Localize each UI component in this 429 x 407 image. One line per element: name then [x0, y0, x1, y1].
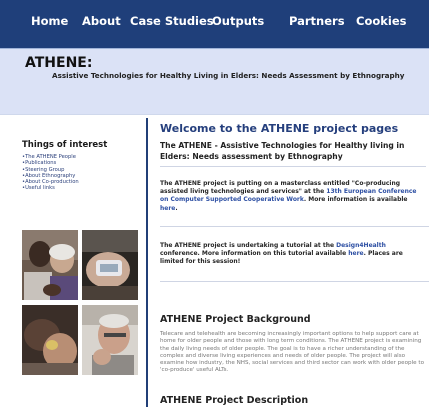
site-title: ATHENE:: [25, 55, 93, 71]
news-tutorial-text-2: conference. More information on this tut…: [160, 250, 349, 258]
tutorial-more-info-link[interactable]: here: [348, 250, 363, 257]
description-heading: ATHENE Project Description: [160, 395, 309, 406]
sidebar-link-useful-links[interactable]: Useful links: [22, 185, 79, 191]
nav-partners[interactable]: Partners: [289, 14, 345, 28]
news-tutorial: The ATHENE project is undertaking a tuto…: [160, 242, 422, 267]
photo-elders-smiling: [22, 230, 78, 300]
photo-collage: [22, 230, 140, 375]
top-navigation: Home About Case Studies Outputs Partners…: [0, 0, 429, 49]
site-banner: ATHENE: Assistive Technologies for Healt…: [0, 49, 429, 114]
design4health-link[interactable]: Design4Health: [336, 242, 386, 249]
background-text: Telecare and telehealth are becoming inc…: [160, 331, 424, 374]
masterclass-more-info-link[interactable]: here: [160, 205, 175, 212]
sidebar-heading: Things of interest: [22, 140, 108, 150]
site-subtitle: Assistive Technologies for Healthy Livin…: [52, 71, 405, 80]
background-heading: ATHENE Project Background: [160, 314, 311, 325]
nav-case-studies[interactable]: Case Studies: [130, 14, 214, 28]
photo-older-man: [82, 305, 138, 375]
nav-cookies[interactable]: Cookies: [356, 14, 406, 28]
welcome-subheading: The ATHENE - Assistive Technologies for …: [160, 141, 405, 161]
photo-hands: [22, 305, 78, 375]
news-masterclass-text-2: . More information is available: [303, 196, 408, 204]
divider-3: [160, 281, 429, 282]
photo-hand-device: [82, 230, 138, 300]
nav-home[interactable]: Home: [31, 14, 68, 28]
divider-1: [160, 166, 426, 167]
divider-2: [160, 226, 429, 227]
sidebar: Things of interest The ATHENE People Pub…: [0, 122, 146, 407]
news-tutorial-text: The ATHENE project is undertaking a tuto…: [160, 242, 337, 249]
welcome-heading: Welcome to the ATHENE project pages: [160, 122, 399, 135]
news-masterclass: The ATHENE project is putting on a maste…: [160, 180, 422, 213]
main-content: Welcome to the ATHENE project pages The …: [146, 118, 429, 407]
nav-outputs[interactable]: Outputs: [212, 14, 264, 28]
nav-about[interactable]: About: [82, 14, 121, 28]
sidebar-links: The ATHENE People Publications Steering …: [22, 154, 79, 192]
news-masterclass-text-3: .: [175, 204, 178, 212]
